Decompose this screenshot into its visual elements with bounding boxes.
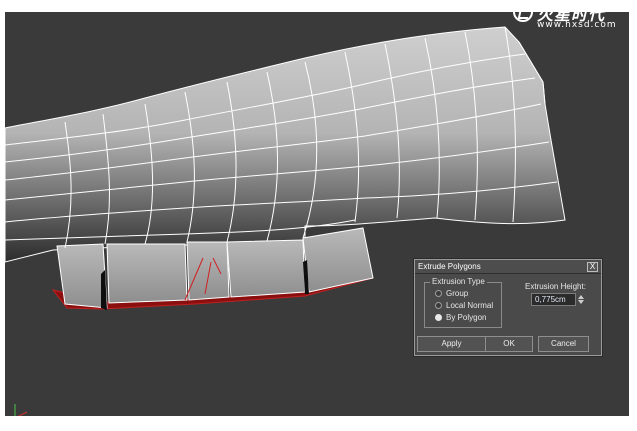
mesh-body [5,26,566,263]
watermark: 火星时代 www.hxsd.com [513,2,623,36]
dialog-titlebar[interactable]: Extrude Polygons X [415,260,601,274]
dialog-title: Extrude Polygons [418,262,481,271]
cancel-button[interactable]: Cancel [538,336,589,352]
apply-button[interactable]: Apply [417,336,486,352]
watermark-url: www.hxsd.com [537,20,617,30]
radio-group-dot[interactable] [435,290,442,297]
spinner-arrows[interactable] [577,294,584,305]
radio-local-normal-dot[interactable] [435,302,442,309]
hxsd-logo-icon [513,2,533,22]
extrusion-type-group: Extrusion Type Group Local Normal By Pol… [424,277,502,328]
radio-group[interactable]: Group [435,289,499,299]
close-button[interactable]: X [587,262,598,272]
extrusion-height-value[interactable]: 0,775cm [535,295,566,304]
screenshot-frame: 火星时代 www.hxsd.com Extrude Polygons X Ext… [0,0,637,431]
axis-tripod-icon [11,398,35,416]
extrusion-type-legend: Extrusion Type [430,277,487,286]
radio-by-polygon-dot[interactable] [435,314,442,321]
radio-local-normal-label: Local Normal [446,301,494,310]
spinner-up-icon[interactable] [578,295,584,299]
spinner-down-icon[interactable] [578,300,584,304]
radio-group-label: Group [446,289,469,298]
extrusion-height-label: Extrusion Height: [525,282,586,291]
extrude-polygons-dialog: Extrude Polygons X Extrusion Type Group … [414,259,602,356]
ok-button[interactable]: OK [485,336,533,352]
radio-local-normal[interactable]: Local Normal [435,301,499,311]
radio-by-polygon[interactable]: By Polygon [435,313,499,323]
extrusion-height-spinner[interactable]: 0,775cm [531,293,584,306]
radio-by-polygon-label: By Polygon [446,313,487,322]
